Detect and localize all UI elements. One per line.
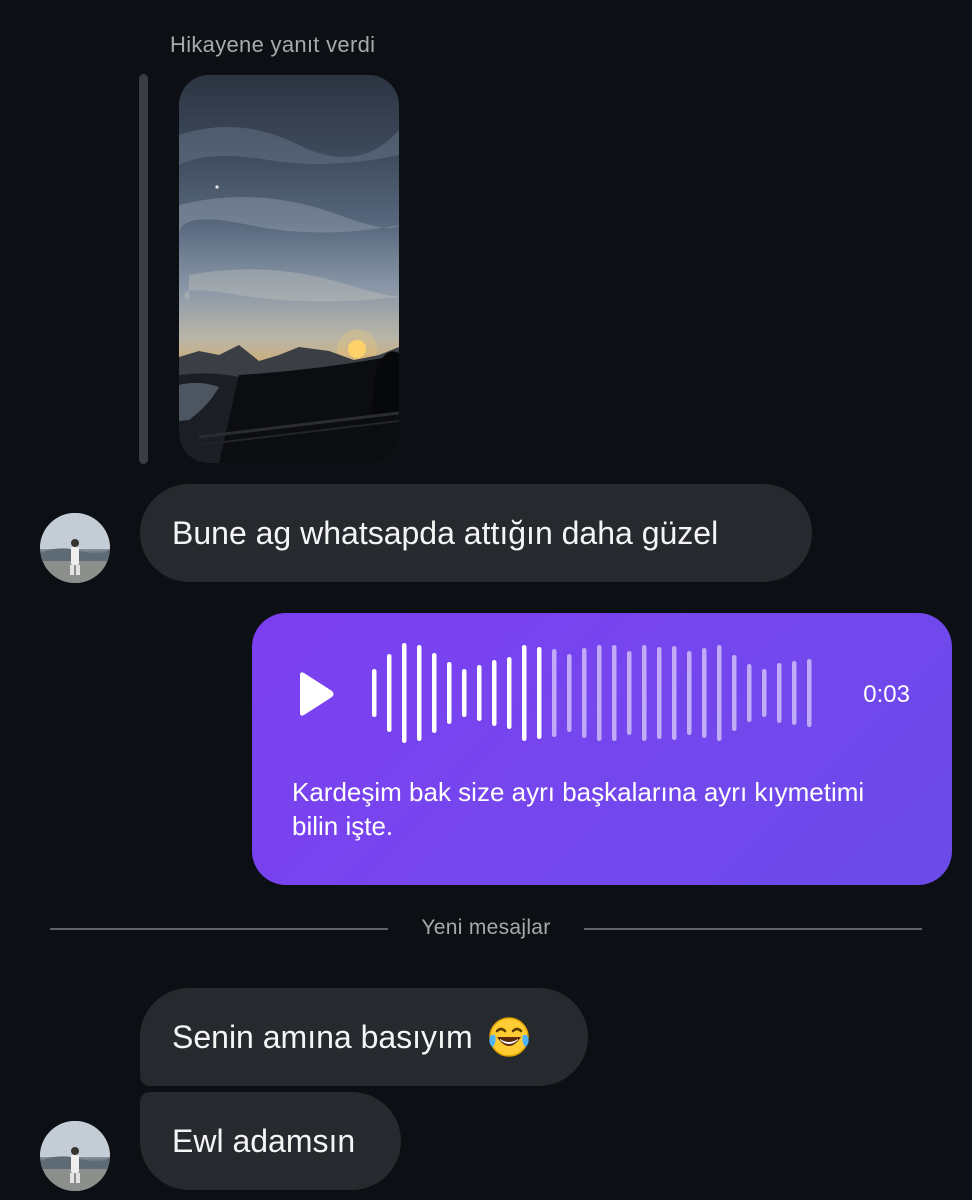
waveform-bar <box>732 655 737 731</box>
waveform-bar <box>492 660 497 726</box>
waveform-bar <box>387 654 392 732</box>
message-text: Ewl adamsın <box>172 1123 356 1159</box>
waveform-bar <box>462 669 467 717</box>
message-bubble-incoming[interactable]: Senin amına basıyım <box>140 988 588 1086</box>
waveform-bar <box>522 645 527 741</box>
waveform-bar <box>402 643 407 743</box>
waveform-bar <box>507 657 512 729</box>
waveform-bar <box>792 661 797 725</box>
new-messages-divider: Yeni mesajlar <box>421 916 551 939</box>
sender-avatar[interactable] <box>40 513 110 583</box>
waveform-bar <box>657 647 662 739</box>
divider-line-right <box>584 928 922 930</box>
message-text: Senin amına basıyım <box>172 1019 473 1055</box>
waveform-bar <box>702 648 707 738</box>
waveform-bar <box>807 659 812 727</box>
message-bubble-incoming[interactable]: Bune ag whatsapda attığın daha güzel <box>140 484 812 582</box>
waveform-bar <box>447 662 452 724</box>
sender-avatar[interactable] <box>40 1121 110 1191</box>
waveform-bar <box>477 665 482 721</box>
waveform-bar <box>417 645 422 741</box>
waveform-bar <box>552 649 557 737</box>
story-thumbnail[interactable] <box>179 75 399 463</box>
story-reply-quote-bar <box>139 74 148 464</box>
waveform-bar <box>717 645 722 741</box>
waveform-bar <box>627 651 632 735</box>
waveform-bar <box>612 645 617 741</box>
waveform-bar <box>432 653 437 733</box>
face-with-tears-of-joy-icon <box>487 1015 531 1059</box>
message-bubble-incoming[interactable]: Ewl adamsın <box>140 1092 401 1190</box>
voice-transcript: Kardeşim bak size ayrı başkalarına ayrı … <box>292 777 865 841</box>
story-reply-caption: Hikayene yanıt verdi <box>170 32 376 57</box>
waveform-bar <box>762 669 767 717</box>
message-text: Bune ag whatsapda attığın daha güzel <box>172 515 719 551</box>
waveform-bar <box>642 645 647 741</box>
voice-duration: 0:03 <box>863 681 910 708</box>
waveform-bar <box>372 669 377 717</box>
waveform-bar <box>672 646 677 740</box>
waveform-bar <box>687 651 692 735</box>
voice-waveform[interactable] <box>370 641 820 745</box>
play-icon[interactable] <box>296 671 336 717</box>
waveform-bar <box>777 663 782 723</box>
waveform-bar <box>567 654 572 732</box>
waveform-bar <box>747 664 752 722</box>
waveform-bar <box>597 645 602 741</box>
waveform-bar <box>582 648 587 738</box>
waveform-bar <box>537 647 542 739</box>
voice-message-bubble[interactable]: 0:03 Kardeşim bak size ayrı başkalarına … <box>252 613 952 885</box>
divider-line-left <box>50 928 388 930</box>
